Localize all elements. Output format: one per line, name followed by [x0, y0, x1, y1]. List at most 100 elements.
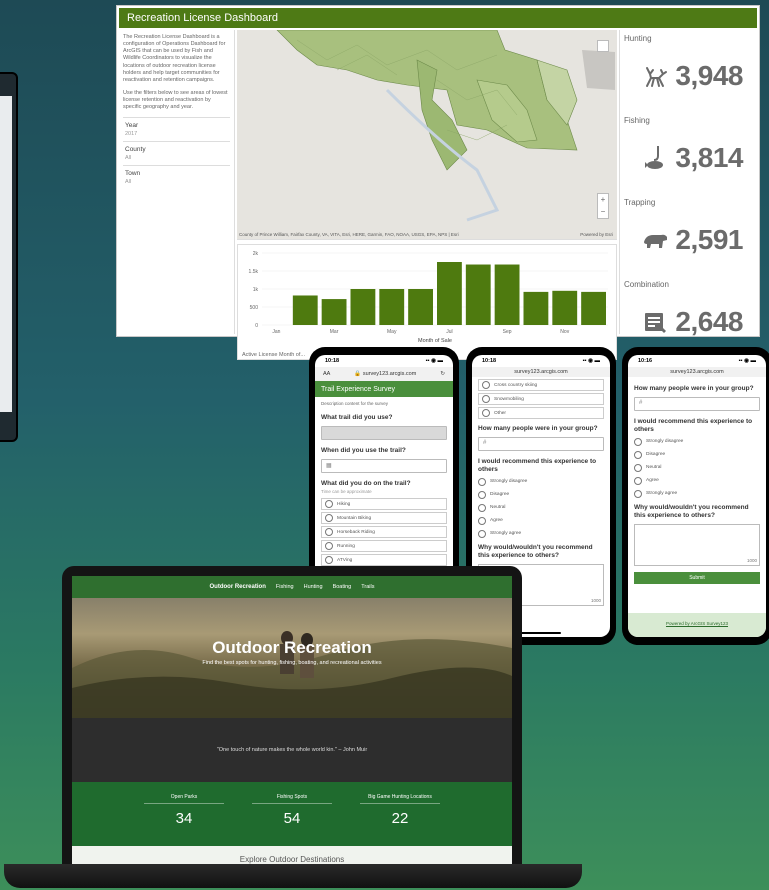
- url-bar[interactable]: survey123.arcgis.com: [628, 367, 766, 377]
- url-bar[interactable]: AA 🔒 survey123.arcgis.com ↻: [315, 367, 453, 381]
- radio-button[interactable]: [482, 395, 490, 403]
- option-label: Disagree: [646, 452, 666, 458]
- radio-button[interactable]: [325, 542, 333, 551]
- radio-button[interactable]: [478, 490, 486, 499]
- reload-icon[interactable]: ↻: [440, 371, 445, 377]
- option-label: Agree: [490, 518, 503, 524]
- date-input[interactable]: ▦: [321, 458, 447, 473]
- home-indicator: [521, 632, 561, 634]
- map-attribution: County of Prince William, Fairfax County…: [239, 232, 459, 237]
- radio-button[interactable]: [478, 529, 486, 538]
- filter-year[interactable]: Year 2017: [123, 117, 230, 141]
- scale-option[interactable]: Agree: [472, 514, 610, 527]
- radio-button[interactable]: [478, 503, 486, 512]
- trail-select[interactable]: [321, 425, 447, 440]
- radio-button[interactable]: [325, 528, 333, 537]
- nav-boating[interactable]: Boating: [333, 584, 352, 590]
- bear-icon: [644, 234, 668, 248]
- text-size-button[interactable]: AA: [323, 371, 330, 377]
- stat-combination: Combination 2,648: [620, 276, 757, 358]
- license-card-icon: [645, 313, 667, 333]
- radio-button[interactable]: [482, 409, 490, 417]
- stat-value: 3,948: [675, 60, 743, 91]
- bar-jul[interactable]: [437, 262, 462, 325]
- url-bar[interactable]: survey123.arcgis.com: [472, 367, 610, 377]
- option-hiking[interactable]: Hiking: [321, 498, 447, 511]
- scale-option[interactable]: Disagree: [628, 448, 766, 461]
- license-map[interactable]: + − County of Prince William, Fairfax Cou…: [237, 30, 617, 240]
- option-label: Running: [337, 543, 355, 549]
- option-snowmobile[interactable]: Snowmobiling: [478, 393, 604, 405]
- scale-option[interactable]: Agree: [628, 474, 766, 487]
- radio-button[interactable]: [634, 437, 642, 446]
- char-count: 1000: [590, 597, 601, 603]
- x-tick-label: Mar: [330, 329, 339, 335]
- bar-chart-svg: 0 500 1k 1.5k 2k Jan Mar May Jul Sep Nov Month of S…: [249, 251, 608, 344]
- radio-button[interactable]: [325, 500, 333, 509]
- stat-fishing: Fishing 3,814: [620, 112, 757, 194]
- option-label: Other: [494, 410, 506, 416]
- stat-value: 34: [175, 810, 193, 827]
- option-mountain-biking[interactable]: Mountain Biking: [321, 512, 447, 525]
- site-brand[interactable]: Outdoor Recreation: [210, 584, 266, 590]
- bar-jun[interactable]: [408, 289, 433, 325]
- scale-option[interactable]: Strongly agree: [628, 487, 766, 500]
- scale-option[interactable]: Neutral: [472, 501, 610, 514]
- radio-button[interactable]: [634, 463, 642, 472]
- filter-county[interactable]: County All: [123, 141, 230, 165]
- radio-button[interactable]: [634, 489, 642, 498]
- bar-aug[interactable]: [465, 264, 491, 325]
- option-atving[interactable]: ATVing: [321, 554, 447, 567]
- scale-option[interactable]: Disagree: [472, 488, 610, 501]
- option-label: Cross country skiing: [494, 382, 538, 388]
- option-label: Disagree: [490, 492, 510, 498]
- status-time: 10:16: [638, 358, 653, 364]
- option-horseback[interactable]: Horseback Riding: [321, 526, 447, 539]
- option-label: Snowmobiling: [494, 396, 524, 402]
- radio-button[interactable]: [482, 381, 490, 389]
- radio-button[interactable]: [478, 477, 486, 486]
- filter-town[interactable]: Town All: [123, 165, 230, 189]
- scale-option[interactable]: Strongly disagree: [472, 475, 610, 488]
- option-running[interactable]: Running: [321, 540, 447, 553]
- option-label: Agree: [646, 478, 659, 484]
- radio-button[interactable]: [634, 476, 642, 485]
- map-zoom-control[interactable]: + −: [597, 193, 609, 219]
- why-textarea[interactable]: 1000: [634, 523, 760, 566]
- bar-oct[interactable]: [523, 291, 549, 325]
- bar-sep[interactable]: [494, 264, 520, 325]
- nav-trails[interactable]: Trails: [361, 584, 374, 590]
- radio-button[interactable]: [325, 514, 333, 523]
- url-text: survey123.arcgis.com: [514, 369, 568, 375]
- radio-button[interactable]: [478, 516, 486, 525]
- bar-mar[interactable]: [321, 299, 347, 325]
- people-input[interactable]: #: [478, 436, 604, 451]
- lock-icon: 🔒: [354, 371, 362, 377]
- submit-button[interactable]: Submit: [634, 571, 760, 584]
- nav-fishing[interactable]: Fishing: [276, 584, 294, 590]
- signal-icon: ▪▪ ◉ ▬: [738, 358, 756, 364]
- people-input[interactable]: #: [634, 396, 760, 411]
- bar-dec[interactable]: [581, 291, 606, 325]
- scale-option[interactable]: Strongly disagree: [628, 435, 766, 448]
- x-tick-label: Jan: [272, 329, 280, 335]
- question-recommend: I would recommend this experience to oth…: [634, 417, 753, 433]
- option-other[interactable]: Other: [478, 407, 604, 419]
- scale-option[interactable]: Neutral: [628, 461, 766, 474]
- radio-button[interactable]: [634, 450, 642, 459]
- nav-hunting[interactable]: Hunting: [304, 584, 323, 590]
- option-ski[interactable]: Cross country skiing: [478, 379, 604, 391]
- bar-nov[interactable]: [552, 290, 578, 325]
- bar-feb[interactable]: [292, 295, 318, 325]
- bar-may[interactable]: [379, 289, 405, 325]
- filter-label: Town: [125, 170, 141, 178]
- radio-button[interactable]: [325, 556, 333, 565]
- bar-apr[interactable]: [350, 289, 376, 325]
- site-stats: Open Parks 34 Fishing Spots 54 Big Game …: [72, 782, 512, 846]
- powered-by-link[interactable]: Powered by ArcGIS Survey123: [628, 613, 766, 637]
- survey-title: Trail Experience Survey: [315, 381, 453, 397]
- scale-option[interactable]: Strongly agree: [472, 527, 610, 540]
- question-why: Why would/wouldn't you recommend this ex…: [634, 504, 749, 520]
- signal-icon: ▪▪ ◉ ▬: [425, 358, 443, 364]
- map-home-button[interactable]: [597, 40, 609, 52]
